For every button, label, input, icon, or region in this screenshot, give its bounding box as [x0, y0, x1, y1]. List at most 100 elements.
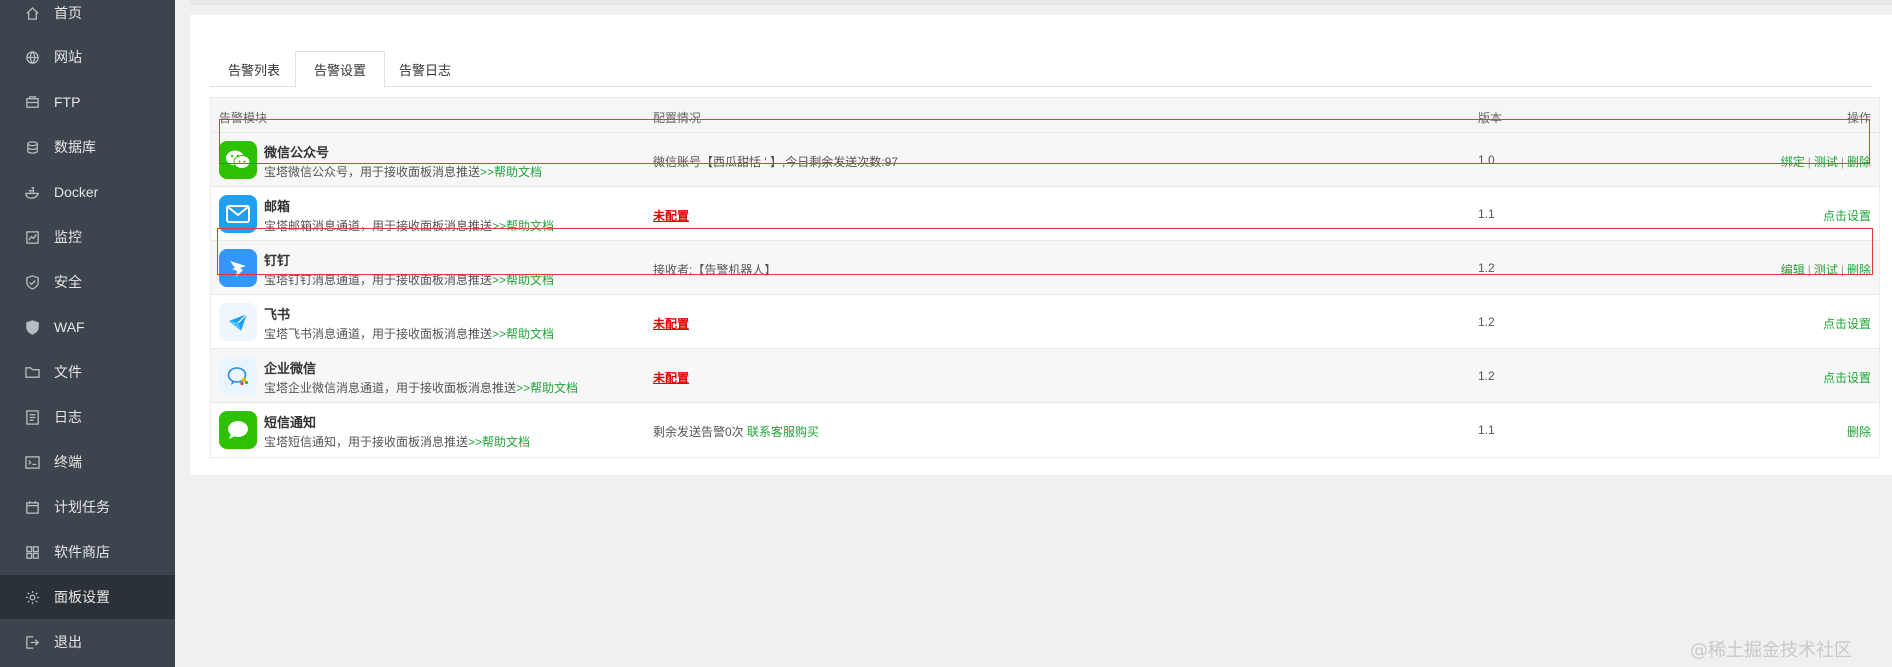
bind-button[interactable]: 绑定 — [1781, 155, 1805, 169]
wecom-icon — [219, 357, 257, 395]
sidebar-item-label: 首页 — [54, 5, 82, 21]
row-desc-text: 宝塔钉钉消息通道，用于接收面板消息推送 — [264, 273, 493, 287]
row-config: 接收者:【告警机器人】 — [653, 263, 777, 277]
sidebar-item-files[interactable]: 文件 — [0, 350, 175, 394]
header-config: 配置情况 — [653, 111, 702, 125]
sidebar-item-store[interactable]: 软件商店 — [0, 530, 175, 574]
row-config: 未配置 — [653, 315, 689, 332]
unconfigured-link[interactable]: 未配置 — [653, 209, 689, 223]
delete-button[interactable]: 删除 — [1847, 425, 1871, 439]
sidebar-item-ftp[interactable]: FTP — [0, 80, 175, 124]
logout-icon — [24, 634, 40, 650]
sidebar-item-label: FTP — [54, 94, 81, 110]
edit-button[interactable]: 编辑 — [1781, 263, 1805, 277]
sidebar-item-label: 网站 — [54, 49, 82, 65]
shield-icon — [24, 274, 40, 290]
row-title: 微信公众号 — [264, 145, 330, 160]
folder-icon — [24, 364, 40, 380]
help-link[interactable]: >>帮助文档 — [480, 165, 542, 179]
setup-button[interactable]: 点击设置 — [1823, 317, 1871, 331]
sidebar-item-label: 终端 — [54, 454, 82, 470]
sidebar-item-label: 退出 — [54, 634, 82, 650]
row-ops: 点击设置 — [1823, 315, 1871, 332]
contact-support-link[interactable]: 联系客服购买 — [747, 425, 819, 439]
tab-bar: 告警列表 告警设置 告警日志 — [210, 37, 1872, 88]
docker-icon — [24, 184, 40, 200]
gear-icon — [24, 589, 40, 605]
sidebar-item-terminal[interactable]: 终端 — [0, 440, 175, 484]
sidebar-item-label: 日志 — [54, 409, 82, 425]
sidebar-item-label: 软件商店 — [54, 544, 110, 560]
sidebar-item-database[interactable]: 数据库 — [0, 125, 175, 169]
dingtalk-icon — [219, 249, 257, 287]
sidebar-item-security[interactable]: 安全 — [0, 260, 175, 304]
sidebar-item-label: 文件 — [54, 364, 82, 380]
sidebar-item-panel-settings[interactable]: 面板设置 — [0, 575, 175, 619]
row-title: 钉钉 — [264, 253, 291, 268]
row-version: 1.1 — [1478, 207, 1495, 221]
sidebar-item-docker[interactable]: Docker — [0, 170, 175, 214]
table-row: 邮箱 宝塔邮箱消息通道，用于接收面板消息推送>>帮助文档 未配置 1.1 点击设… — [211, 187, 1879, 241]
help-link[interactable]: >>帮助文档 — [492, 327, 554, 341]
sidebar-item-website[interactable]: 网站 — [0, 35, 175, 79]
ftp-icon — [24, 94, 40, 110]
row-desc: 宝塔企业微信消息通道，用于接收面板消息推送>>帮助文档 — [264, 379, 578, 396]
wechat-icon — [219, 141, 257, 179]
row-desc-text: 宝塔企业微信消息通道，用于接收面板消息推送 — [264, 381, 517, 395]
sidebar-item-label: 计划任务 — [54, 499, 110, 515]
mail-icon — [219, 195, 257, 233]
delete-button[interactable]: 删除 — [1847, 155, 1871, 169]
monitor-icon — [24, 229, 40, 245]
row-desc-text: 宝塔微信公众号，用于接收面板消息推送 — [264, 165, 481, 179]
row-version: 1.2 — [1478, 369, 1495, 383]
row-desc: 宝塔微信公众号，用于接收面板消息推送>>帮助文档 — [264, 163, 542, 180]
database-icon — [24, 139, 40, 155]
log-icon — [24, 409, 40, 425]
sidebar-item-cron[interactable]: 计划任务 — [0, 485, 175, 529]
alert-module-table: 告警模块 配置情况 版本 操作 微信公众号 宝塔微信公众号，用于接收面板消息推送… — [210, 97, 1880, 458]
feishu-icon — [219, 303, 257, 341]
tab-alert-list[interactable]: 告警列表 — [210, 51, 298, 87]
help-link[interactable]: >>帮助文档 — [468, 435, 530, 449]
help-link[interactable]: >>帮助文档 — [492, 273, 554, 287]
tab-alert-settings[interactable]: 告警设置 — [295, 51, 386, 88]
sidebar-item-home[interactable]: 首页 — [0, 0, 175, 35]
setup-button[interactable]: 点击设置 — [1823, 371, 1871, 385]
sidebar-item-label: 数据库 — [54, 139, 96, 155]
row-config: 未配置 — [653, 369, 689, 386]
grid-icon — [24, 544, 40, 560]
delete-button[interactable]: 删除 — [1847, 263, 1871, 277]
row-title: 飞书 — [264, 307, 291, 322]
sidebar-item-logs[interactable]: 日志 — [0, 395, 175, 439]
row-version: 1.2 — [1478, 315, 1495, 329]
help-link[interactable]: >>帮助文档 — [492, 219, 554, 233]
unconfigured-link[interactable]: 未配置 — [653, 317, 689, 331]
sidebar-item-label: 安全 — [54, 274, 82, 290]
row-version: 1.2 — [1478, 261, 1495, 275]
test-button[interactable]: 测试 — [1814, 155, 1838, 169]
calendar-icon — [24, 499, 40, 515]
test-button[interactable]: 测试 — [1814, 263, 1838, 277]
header-module: 告警模块 — [219, 111, 268, 125]
row-ops: 删除 — [1847, 423, 1871, 440]
row-desc-text: 宝塔邮箱消息通道，用于接收面板消息推送 — [264, 219, 493, 233]
table-row: 企业微信 宝塔企业微信消息通道，用于接收面板消息推送>>帮助文档 未配置 1.2… — [211, 349, 1879, 403]
row-config-text: 剩余发送告警0次 — [653, 425, 744, 439]
table-row: 短信通知 宝塔短信通知，用于接收面板消息推送>>帮助文档 剩余发送告警0次 联系… — [211, 403, 1879, 457]
unconfigured-link[interactable]: 未配置 — [653, 371, 689, 385]
sidebar-item-label: WAF — [54, 319, 85, 335]
table-header: 告警模块 配置情况 版本 操作 — [211, 98, 1879, 133]
sidebar-item-monitor[interactable]: 监控 — [0, 215, 175, 259]
row-version: 1.0 — [1478, 153, 1495, 167]
help-link[interactable]: >>帮助文档 — [516, 381, 578, 395]
sidebar-item-logout[interactable]: 退出 — [0, 620, 175, 664]
setup-button[interactable]: 点击设置 — [1823, 209, 1871, 223]
row-ops: 点击设置 — [1823, 207, 1871, 224]
row-ops: 编辑 | 测试 | 删除 — [1780, 263, 1871, 277]
row-title: 企业微信 — [264, 361, 317, 376]
globe-icon — [24, 49, 40, 65]
sidebar-item-waf[interactable]: WAF — [0, 305, 175, 349]
row-config: 微信账号【西瓜甜恬 ' 】,今日剩余发送次数:97 — [653, 155, 898, 169]
tab-alert-logs[interactable]: 告警日志 — [381, 51, 469, 87]
row-title: 邮箱 — [264, 199, 291, 214]
